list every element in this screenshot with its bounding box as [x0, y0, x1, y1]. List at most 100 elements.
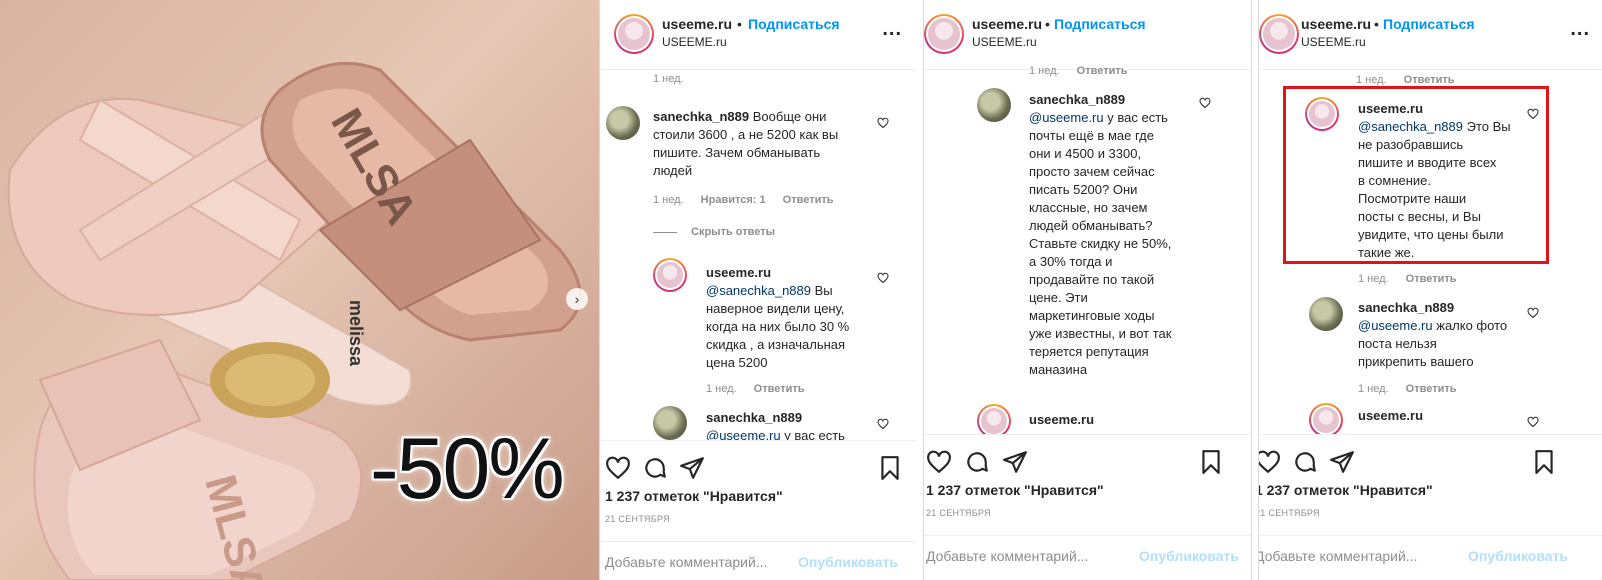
- comment-line: а 30% тогда и: [1029, 254, 1113, 269]
- heart-icon[interactable]: [1258, 449, 1281, 475]
- reply-button[interactable]: Ответить: [1406, 383, 1457, 395]
- like-heart-icon[interactable]: [877, 272, 889, 284]
- bookmark-icon[interactable]: [1531, 449, 1557, 475]
- discount-text: -50%: [370, 421, 565, 517]
- bookmark-icon[interactable]: [1198, 449, 1224, 475]
- comment-line: маназина: [1029, 362, 1088, 377]
- avatar[interactable]: [1259, 14, 1299, 54]
- username[interactable]: useeme.ru: [662, 16, 732, 32]
- comment-username[interactable]: sanechka_n889: [1358, 300, 1454, 315]
- reply-button[interactable]: Ответить: [1406, 273, 1457, 285]
- username[interactable]: useeme.ru: [1301, 16, 1371, 32]
- comment-line: Вообще они: [752, 109, 827, 124]
- mention-link[interactable]: @useeme.ru: [1029, 110, 1104, 125]
- comment-meta: 1 нед. Ответить: [1358, 273, 1471, 285]
- comment-line: писать 5200? Они: [1029, 182, 1138, 197]
- follow-button[interactable]: Подписаться: [1383, 16, 1475, 32]
- avatar[interactable]: [977, 404, 1011, 438]
- comment-input[interactable]: [1259, 548, 1445, 564]
- post-header: useeme.ru • Подписаться USEEME.ru ...: [600, 0, 916, 70]
- publish-button[interactable]: Опубликовать: [1468, 548, 1568, 564]
- like-heart-icon[interactable]: [1199, 97, 1211, 109]
- chevron-right-icon[interactable]: ›: [566, 288, 588, 310]
- reply-button[interactable]: Ответить: [754, 383, 805, 395]
- add-comment-row: Опубликовать: [924, 535, 1251, 575]
- comment-username[interactable]: sanechka_n889: [706, 410, 802, 425]
- follow-button[interactable]: Подписаться: [1054, 16, 1146, 32]
- post-panel-3: useeme.ru • Подписаться USEEME.ru ... 1 …: [1258, 0, 1602, 580]
- share-icon[interactable]: [679, 455, 705, 481]
- likes-count[interactable]: 1 237 отметок "Нравится": [605, 488, 783, 504]
- comment-likes[interactable]: Нравится: 1: [701, 194, 766, 206]
- comment-text: useeme.ru @sanechka_n889 Это Вы не разоб…: [1358, 100, 1533, 262]
- comment-time: 1 нед.: [1029, 65, 1060, 77]
- add-comment-row: Опубликовать: [600, 541, 916, 580]
- comment-meta: 1 нед. Ответить: [1356, 74, 1469, 86]
- avatar[interactable]: [977, 88, 1011, 122]
- avatar[interactable]: [653, 258, 687, 292]
- reply-button[interactable]: Ответить: [783, 194, 834, 206]
- likes-count[interactable]: 1 237 отметок "Нравится": [926, 482, 1104, 498]
- avatar[interactable]: [924, 14, 964, 54]
- comment-line: классные, но зачем: [1029, 200, 1148, 215]
- comment-icon[interactable]: [1292, 449, 1318, 475]
- comment-line: в сомнение.: [1358, 173, 1432, 188]
- post-actions: 1 237 отметок "Нравится" 21 СЕНТЯБРЯ Опу…: [1259, 434, 1602, 574]
- comment-icon[interactable]: [964, 449, 990, 475]
- follow-button[interactable]: Подписаться: [748, 16, 840, 32]
- comment-line: продавайте по такой: [1029, 272, 1155, 287]
- mention-link[interactable]: @useeme.ru: [1358, 318, 1433, 333]
- heart-icon[interactable]: [605, 455, 631, 481]
- mention-link[interactable]: @sanechka_n889: [1358, 119, 1463, 134]
- avatar[interactable]: [606, 106, 640, 140]
- comment-line: цене. Эти: [1029, 290, 1088, 305]
- share-icon[interactable]: [1329, 449, 1355, 475]
- post-photo: MLSA melissa MLSA -50% ›: [0, 0, 599, 580]
- comment-username[interactable]: useeme.ru: [1029, 412, 1094, 427]
- share-icon[interactable]: [1002, 449, 1028, 475]
- comment-time: 1 нед.: [706, 383, 737, 395]
- like-heart-icon[interactable]: [1527, 108, 1539, 120]
- comment-icon[interactable]: [642, 455, 668, 481]
- comment-text: useeme.ru: [1358, 407, 1423, 425]
- comment-meta: 1 нед. Ответить: [706, 383, 819, 395]
- more-options-icon[interactable]: ...: [1570, 18, 1590, 41]
- avatar[interactable]: [614, 14, 654, 54]
- reply-button[interactable]: Ответить: [1077, 65, 1128, 77]
- comment-line: уже известны, и вот так: [1029, 326, 1172, 341]
- comment-username[interactable]: useeme.ru: [1358, 101, 1423, 116]
- comment-line: Ставьте скидку не 50%,: [1029, 236, 1172, 251]
- separator-dot: •: [737, 16, 742, 32]
- heart-icon[interactable]: [926, 449, 952, 475]
- more-options-icon[interactable]: ...: [882, 18, 902, 41]
- comment-line: маркетинговые ходы: [1029, 308, 1155, 323]
- comment-input[interactable]: [926, 548, 1116, 564]
- comment-username[interactable]: useeme.ru: [1358, 408, 1423, 423]
- like-heart-icon[interactable]: [877, 117, 889, 129]
- comment-username[interactable]: useeme.ru: [706, 265, 771, 280]
- post-panel-1: useeme.ru • Подписаться USEEME.ru ... 1 …: [599, 0, 916, 580]
- comment-username[interactable]: sanechka_n889: [653, 109, 749, 124]
- bookmark-icon[interactable]: [877, 455, 903, 481]
- comment-username[interactable]: sanechka_n889: [1029, 92, 1125, 107]
- avatar[interactable]: [1305, 97, 1339, 131]
- like-heart-icon[interactable]: [877, 418, 889, 430]
- post-header: useeme.ru • Подписаться USEEME.ru ...: [1259, 0, 1602, 70]
- publish-button[interactable]: Опубликовать: [1139, 548, 1239, 564]
- hide-replies-button[interactable]: Скрыть ответы: [653, 226, 775, 238]
- like-heart-icon[interactable]: [1527, 416, 1539, 428]
- comment-line: когда на них было 30 %: [706, 319, 850, 334]
- comment-input[interactable]: [605, 554, 795, 570]
- username[interactable]: useeme.ru: [972, 16, 1042, 32]
- mention-link[interactable]: @sanechka_n889: [706, 283, 811, 298]
- likes-count[interactable]: 1 237 отметок "Нравится": [1259, 482, 1433, 498]
- like-heart-icon[interactable]: [1527, 307, 1539, 319]
- avatar[interactable]: [1309, 297, 1343, 331]
- avatar[interactable]: [653, 406, 687, 440]
- publish-button[interactable]: Опубликовать: [798, 554, 898, 570]
- reply-button[interactable]: Ответить: [1404, 74, 1455, 86]
- comment-line: увидите, что цены были: [1358, 227, 1504, 242]
- avatar[interactable]: [1309, 403, 1343, 437]
- comment-line: у вас есть: [1107, 110, 1168, 125]
- comment-line: не разобравшись: [1358, 137, 1464, 152]
